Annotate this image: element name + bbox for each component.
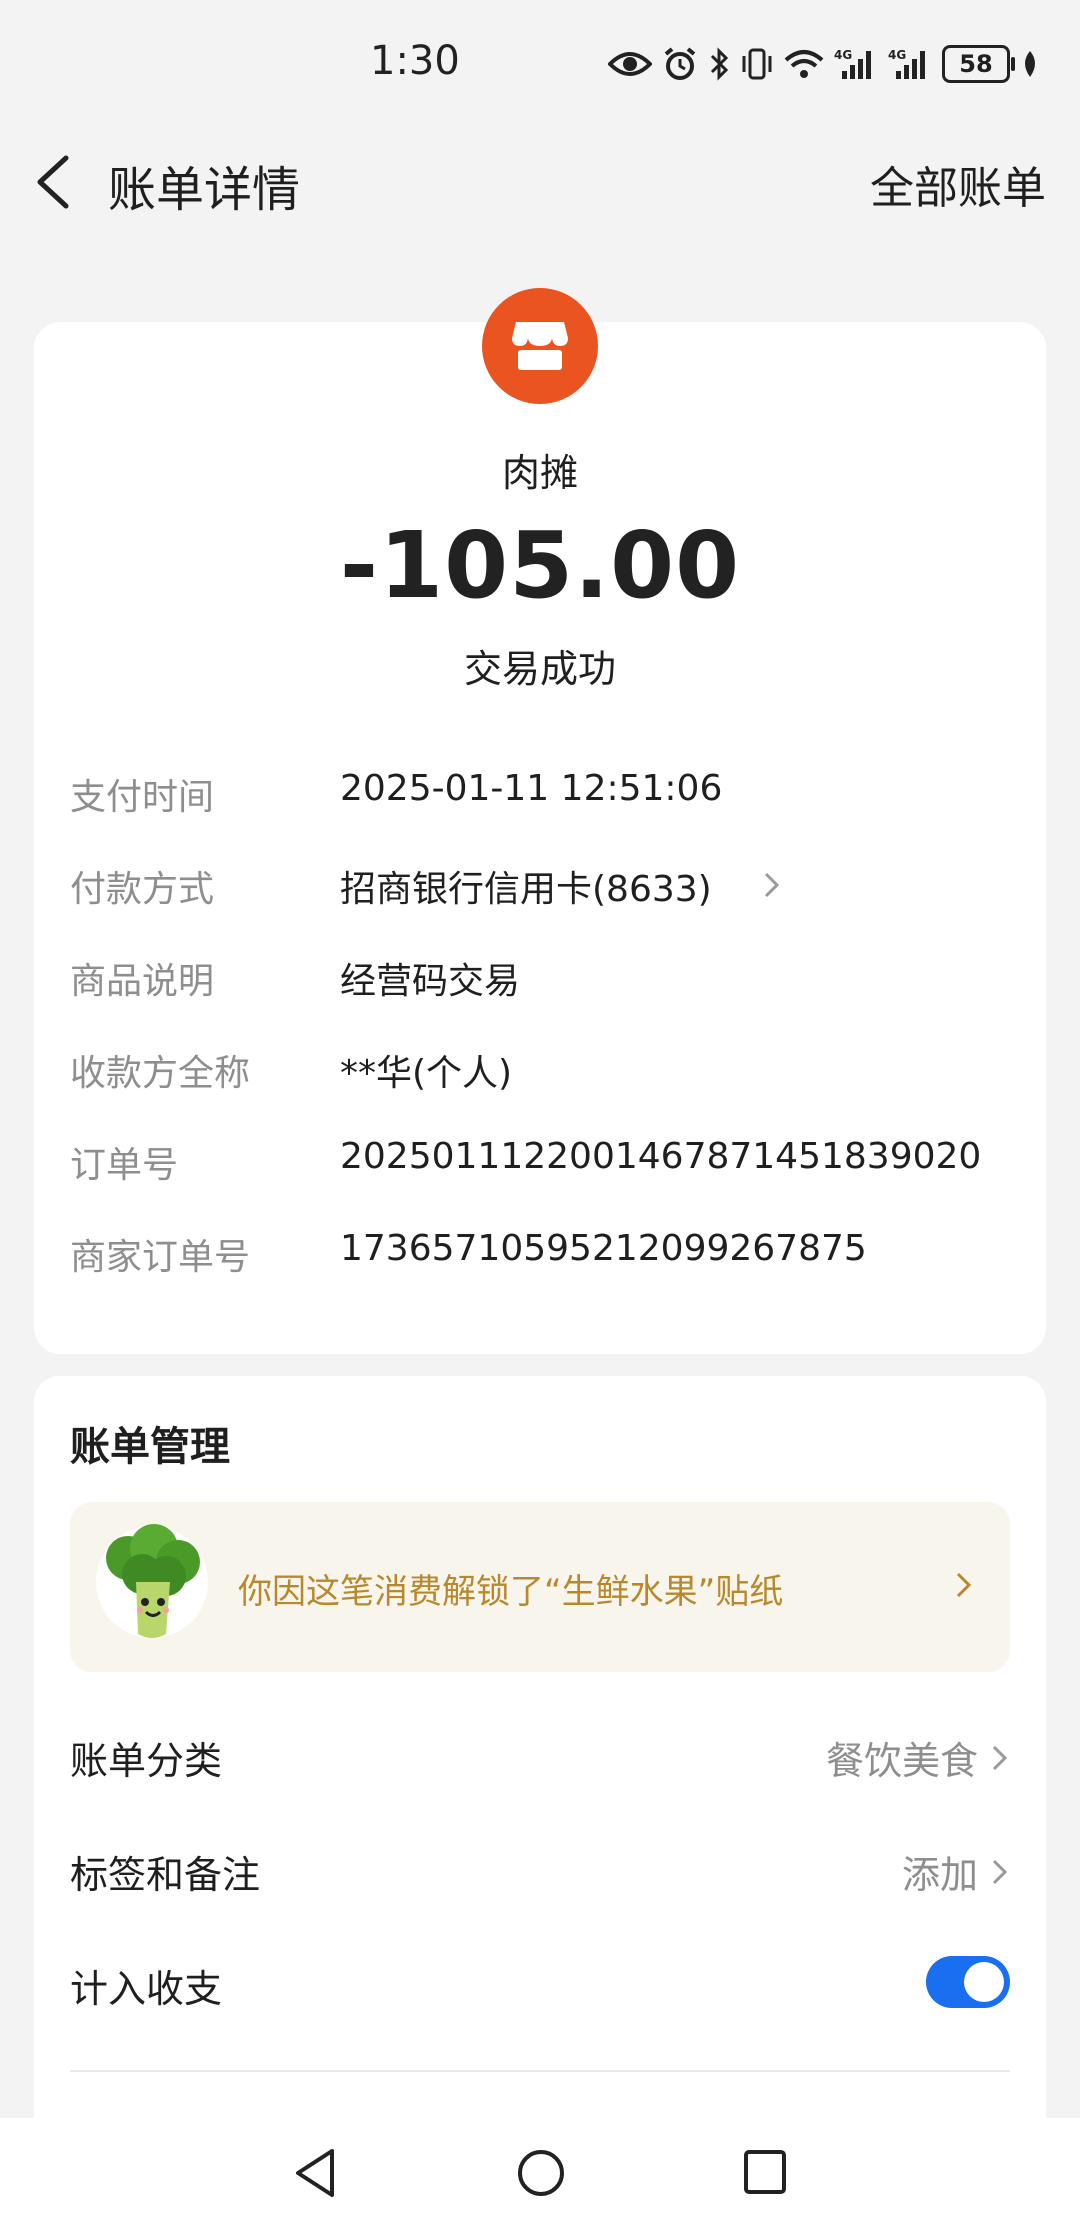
merchant-name: 肉摊 [501,451,578,495]
detail-label: 商家订单号 [70,1237,251,1278]
vibrate-icon [742,48,772,80]
bill-detail-screen: 1:30 4G 4G 58 账单详情 全部账单 肉摊 -105.00 交易成功 … [0,0,1080,2228]
tags-notes-label: 标签和备注 [70,1853,261,1897]
detail-row-order-no: 订单号 2025011122001467871451839020 [70,1136,1010,1196]
detail-label: 支付时间 [70,777,215,818]
detail-value: 2025-01-11 12:51:06 [340,768,723,809]
back-arrow-icon[interactable] [32,154,76,210]
detail-value: 1736571059521209926787​5 [340,1228,867,1269]
tags-notes-value-wrap[interactable]: 添加 [902,1844,1010,1899]
detail-row-merchant-order-no: 商家订单号 1736571059521209926787​5 [70,1228,1010,1288]
nav-home-icon[interactable] [516,2146,566,2200]
detail-row-product: 商品说明 经营码交易 [70,952,1010,1012]
nav-back-icon[interactable] [292,2146,338,2200]
eye-icon [608,52,652,76]
chevron-right-icon[interactable] [762,870,782,900]
include-in-stats-label: 计入收支 [70,1967,223,2011]
bill-category-label: 账单分类 [70,1739,223,1783]
section-title: 账单管理 [70,1424,230,1470]
detail-label: 商品说明 [70,961,215,1002]
chevron-right-icon[interactable] [990,1857,1010,1887]
bill-category-row[interactable]: 账单分类 餐饮美食 [70,1716,1010,1796]
bill-category-value-wrap[interactable]: 餐饮美食 [826,1730,1010,1785]
bluetooth-icon [710,47,729,81]
status-bar: 1:30 4G 4G 58 [0,0,1080,120]
alarm-icon [664,47,696,80]
detail-value: 2025011122001467871451839020 [340,1136,982,1177]
svg-text:4G: 4G [834,48,852,62]
tags-notes-row[interactable]: 标签和备注 添加 [70,1830,1010,1910]
svg-text:4G: 4G [888,48,906,62]
detail-value: **华(个人) [340,1053,513,1094]
wifi-icon [784,50,824,78]
transaction-amount: -105.00 [339,512,741,619]
detail-row-pay-time: 支付时间 2025-01-11 12:51:06 [70,768,1010,828]
chevron-right-icon[interactable] [954,1570,974,1600]
all-bills-link[interactable]: 全部账单 [870,152,1046,216]
include-in-stats-toggle[interactable] [926,1956,1010,2008]
battery-indicator: 58 [942,45,1015,83]
detail-label: 付款方式 [70,869,215,910]
detail-row-payee: 收款方全称 **华(个人) [70,1044,1010,1104]
system-nav-bar [0,2118,1080,2228]
detail-label: 收款方全称 [70,1053,251,1094]
signal-4g-icon-2: 4G [888,48,925,79]
include-in-stats-row: 计入收支 [70,1944,1010,2024]
status-time: 1:30 [370,38,460,84]
signal-4g-icon: 4G [834,48,871,79]
detail-label: 订单号 [70,1145,179,1186]
status-icons: 4G 4G 58 [608,40,1040,88]
page-title: 账单详情 [108,162,301,218]
tags-notes-add[interactable]: 添加 [902,1844,978,1899]
detail-value[interactable]: 招商银行信用卡(8633) [340,860,712,912]
sticker-banner[interactable]: 你因这笔消费解锁了“生鲜水果”贴纸 [70,1502,1010,1672]
detail-row-payment-method[interactable]: 付款方式 招商银行信用卡(8633) [70,860,1010,920]
leaf-icon [1025,51,1035,77]
nav-recents-icon[interactable] [742,2146,788,2200]
header: 账单详情 全部账单 [0,120,1080,240]
divider [70,2070,1010,2072]
bill-management-card: 账单管理 你因这笔消费解锁了“生鲜水果”贴纸 账单分类 餐饮美食 标签和备注 添… [34,1376,1046,2228]
broccoli-sticker-icon [96,1524,208,1638]
sticker-banner-text[interactable]: 你因这笔消费解锁了“生鲜水果”贴纸 [238,1564,783,1613]
merchant-logo [482,288,598,404]
bill-category-value[interactable]: 餐饮美食 [826,1730,978,1785]
transaction-card: 肉摊 -105.00 交易成功 支付时间 2025-01-11 12:51:06… [34,288,1046,1354]
transaction-status: 交易成功 [463,647,616,691]
store-icon [512,322,568,370]
chevron-right-icon[interactable] [990,1743,1010,1773]
detail-value: 经营码交易 [340,961,521,1002]
